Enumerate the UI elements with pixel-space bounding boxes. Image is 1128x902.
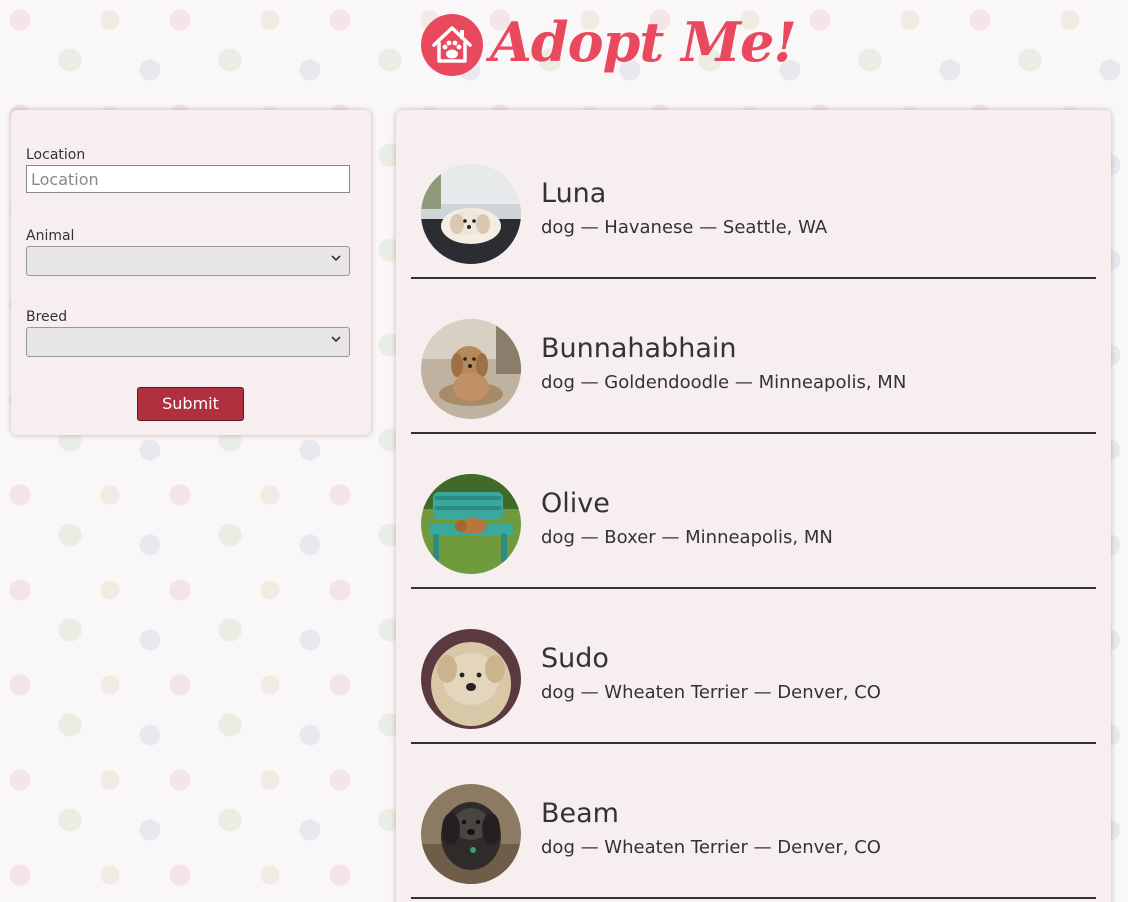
pet-info: dog — Boxer — Minneapolis, MN	[541, 527, 833, 548]
breed-select[interactable]	[26, 327, 350, 357]
pet-name: Luna	[541, 178, 607, 209]
location-input[interactable]	[26, 165, 350, 193]
submit-button[interactable]: Submit	[137, 387, 244, 421]
location-label: Location	[26, 147, 86, 163]
pet-info: dog — Wheaten Terrier — Denver, CO	[541, 837, 881, 858]
pet-photo	[421, 784, 521, 884]
pet-name: Olive	[541, 488, 610, 519]
pet-card-luna[interactable]: Luna dog — Havanese — Seattle, WA	[411, 124, 1096, 279]
header: Adopt Me!	[0, 0, 1128, 96]
pet-photo	[421, 629, 521, 729]
app-title[interactable]: Adopt Me!	[490, 2, 797, 82]
pet-card-olive[interactable]: Olive dog — Boxer — Minneapolis, MN	[411, 434, 1096, 589]
house-paw-icon[interactable]	[420, 13, 484, 77]
animal-select[interactable]	[26, 246, 350, 276]
pet-photo	[421, 164, 521, 264]
breed-label: Breed	[26, 309, 68, 325]
pet-card-bunnahabhain[interactable]: Bunnahabhain dog — Goldendoodle — Minnea…	[411, 279, 1096, 434]
search-form: Location Animal Breed Submit	[11, 110, 371, 435]
pet-photo	[421, 474, 521, 574]
pet-name: Sudo	[541, 643, 609, 674]
pet-card-beam[interactable]: Beam dog — Wheaten Terrier — Denver, CO	[411, 744, 1096, 899]
chevron-down-icon	[330, 252, 342, 267]
pet-card-sudo[interactable]: Sudo dog — Wheaten Terrier — Denver, CO	[411, 589, 1096, 744]
pet-photo	[421, 319, 521, 419]
animal-label: Animal	[26, 228, 75, 244]
chevron-down-icon	[330, 333, 342, 348]
pet-name: Bunnahabhain	[541, 333, 737, 364]
pet-info: dog — Goldendoodle — Minneapolis, MN	[541, 372, 907, 393]
pet-results: Luna dog — Havanese — Seattle, WA Bunnah…	[396, 110, 1111, 902]
pet-name: Beam	[541, 798, 619, 829]
pet-info: dog — Havanese — Seattle, WA	[541, 217, 828, 238]
pet-info: dog — Wheaten Terrier — Denver, CO	[541, 682, 881, 703]
